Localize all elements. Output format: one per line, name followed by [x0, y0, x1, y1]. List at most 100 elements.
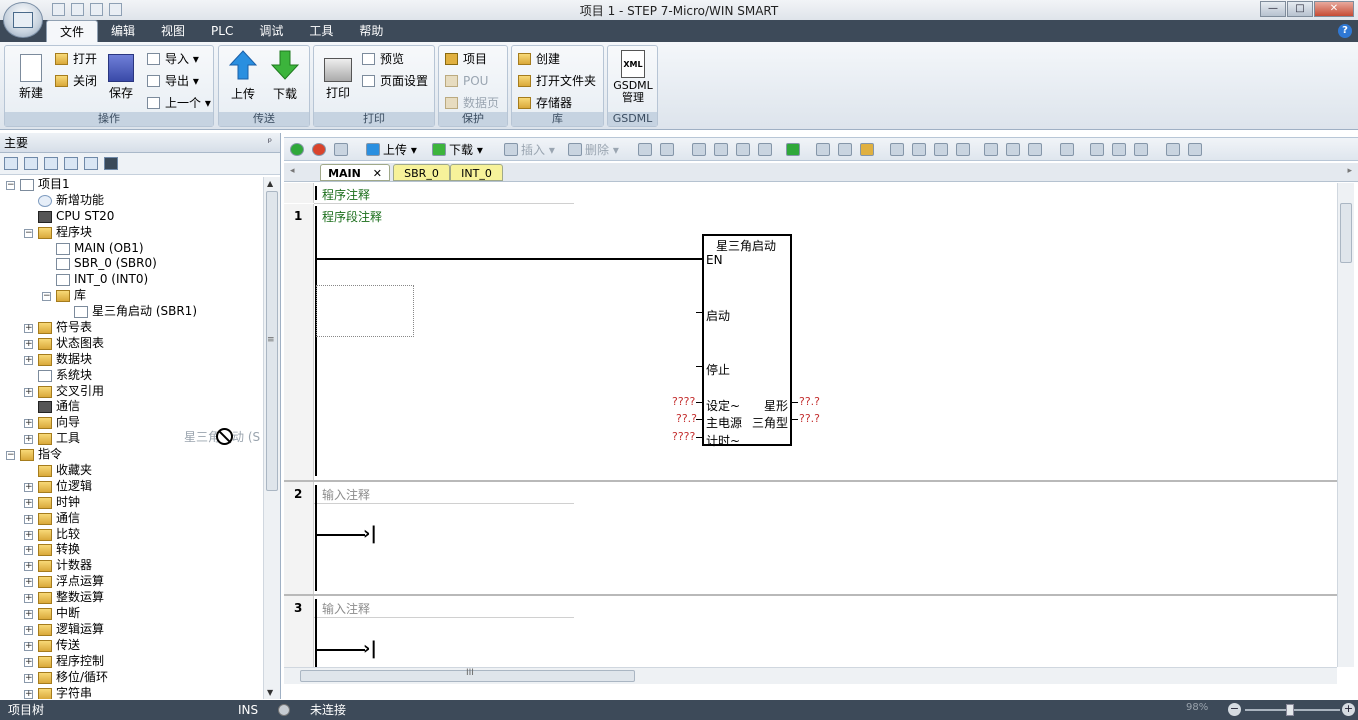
toolbar-tool-icon[interactable] [1188, 143, 1202, 156]
save-button[interactable]: 保存 [105, 50, 137, 101]
tree-item[interactable]: + 通信 [0, 511, 262, 527]
tab-sbr0[interactable]: SBR_0 [393, 164, 450, 181]
tab-int0[interactable]: INT_0 [450, 164, 503, 181]
coil-icon[interactable] [1006, 143, 1020, 156]
toolbar-tool-icon[interactable] [1166, 143, 1180, 156]
toolbar-tool-icon[interactable] [714, 143, 728, 156]
protect-project-button[interactable]: 项目 [445, 50, 487, 68]
toolbar-upload-button[interactable]: 上传 ▾ [383, 142, 417, 158]
program-comment[interactable]: 程序注释 [322, 186, 370, 203]
menu-item-2[interactable]: 视图 [148, 20, 198, 42]
expand-icon[interactable]: + [24, 419, 33, 429]
network-comment[interactable]: 输入注释 [322, 486, 370, 503]
contact-icon[interactable] [956, 143, 970, 156]
view-icon[interactable] [24, 157, 38, 170]
menu-item-6[interactable]: 帮助 [346, 20, 396, 42]
toolbar-tool-icon[interactable] [860, 143, 874, 156]
view-icon[interactable] [84, 157, 98, 170]
toolbar-tool-icon[interactable] [838, 143, 852, 156]
menu-item-5[interactable]: 工具 [296, 20, 346, 42]
expand-icon[interactable]: + [24, 578, 33, 588]
zoom-in-button[interactable]: + [1342, 703, 1355, 716]
toolbar-tool-icon[interactable] [660, 143, 674, 156]
expand-icon[interactable]: + [24, 482, 33, 492]
editor-vertical-scrollbar[interactable] [1337, 183, 1354, 667]
close-project-button[interactable]: 关闭 [55, 72, 97, 90]
scroll-up-icon[interactable]: ▲ [267, 179, 273, 188]
gsdml-manage-button[interactable]: XML GSDML管理 [611, 50, 655, 104]
tab-scroll-right-icon[interactable]: ▸ [1347, 166, 1352, 176]
toolbar-tool-icon[interactable] [638, 143, 652, 156]
expand-icon[interactable]: + [24, 657, 33, 667]
download-button[interactable]: 下载 [267, 50, 303, 102]
stop-icon[interactable] [312, 143, 326, 156]
toolbar-tool-icon[interactable] [1112, 143, 1126, 156]
subroutine-block[interactable]: 星三角启动 EN 启动 停止 设定~ 主电源 计时~ 星形 三角型 [702, 234, 792, 448]
close-button[interactable]: ✕ [1314, 1, 1354, 17]
expand-icon[interactable]: + [24, 673, 33, 683]
minimize-button[interactable]: — [1260, 1, 1286, 17]
expand-icon[interactable]: + [24, 435, 33, 445]
toolbar-tool-icon[interactable] [1060, 143, 1074, 156]
operand-delta[interactable]: ??.? [799, 412, 820, 425]
toolbar-delete-button[interactable]: 删除 ▾ [585, 142, 619, 158]
contact-icon[interactable] [912, 143, 926, 156]
tree-item[interactable]: + 位逻辑 [0, 479, 262, 495]
tree-item[interactable]: + 转换 [0, 542, 262, 558]
print-button[interactable]: 打印 [320, 50, 356, 101]
toolbar-tool-icon[interactable] [692, 143, 706, 156]
tree-item[interactable]: + 数据块 [0, 352, 262, 368]
tree-item[interactable]: CPU ST20 [0, 209, 262, 225]
create-library-button[interactable]: 创建 [518, 50, 560, 68]
monitor-icon[interactable] [104, 157, 118, 170]
tree-item[interactable]: + 时钟 [0, 495, 262, 511]
tree-vertical-scrollbar[interactable]: ▲ ≡ ▼ [263, 177, 280, 699]
tree-item[interactable]: + 中断 [0, 606, 262, 622]
open-library-folder-button[interactable]: 打开文件夹 [518, 72, 596, 90]
tree-item[interactable]: 新增功能 [0, 193, 262, 209]
collapse-icon[interactable]: − [42, 292, 51, 302]
toolbar-insert-button[interactable]: 插入 ▾ [521, 142, 555, 158]
tree-item[interactable]: + 状态图表 [0, 336, 262, 352]
operand-main-power[interactable]: ??.? [676, 412, 697, 425]
view-icon[interactable] [64, 157, 78, 170]
open-button[interactable]: 打开 [55, 50, 97, 68]
library-memory-button[interactable]: 存储器 [518, 94, 572, 112]
expand-icon[interactable]: + [24, 498, 33, 508]
maximize-button[interactable]: □ [1287, 1, 1313, 17]
expand-icon[interactable]: + [24, 562, 33, 572]
protect-data-page-button[interactable]: 数据页 [445, 94, 499, 112]
protect-pou-button[interactable]: POU [445, 72, 488, 90]
tree-item[interactable]: + 交叉引用 [0, 384, 262, 400]
editor-horizontal-scrollbar[interactable]: III [284, 667, 1337, 684]
menu-item-4[interactable]: 调试 [246, 20, 296, 42]
tree-item[interactable]: 收藏夹 [0, 463, 262, 479]
scroll-down-icon[interactable]: ▼ [267, 688, 273, 697]
new-button[interactable]: 新建 [13, 50, 49, 101]
tab-main[interactable]: MAIN ✕ [320, 164, 390, 181]
network-comment[interactable]: 程序段注释 [322, 208, 382, 225]
pin-icon[interactable]: ᵖ [268, 133, 272, 153]
tree-item[interactable]: − 程序块 [0, 225, 262, 241]
view-icon[interactable] [4, 157, 18, 170]
expand-icon[interactable]: + [24, 387, 33, 397]
tree-item[interactable]: MAIN (OB1) [0, 241, 262, 257]
tree-item[interactable]: + 计数器 [0, 558, 262, 574]
operand-star[interactable]: ??.? [799, 395, 820, 408]
page-setup-button[interactable]: 页面设置 [362, 72, 428, 90]
expand-icon[interactable]: + [24, 324, 33, 334]
toolbar-tool-icon[interactable] [1090, 143, 1104, 156]
toolbar-tool-icon[interactable] [736, 143, 750, 156]
operand-timer[interactable]: ???? [672, 430, 695, 443]
tree-item[interactable]: INT_0 (INT0) [0, 272, 262, 288]
zoom-out-button[interactable]: − [1228, 703, 1241, 716]
rung-end-icon[interactable]: ›| [363, 524, 377, 544]
compile-icon[interactable] [334, 143, 348, 156]
expand-icon[interactable]: + [24, 594, 33, 604]
expand-icon[interactable]: + [24, 625, 33, 635]
expand-icon[interactable]: + [24, 641, 33, 651]
contact-icon[interactable] [984, 143, 998, 156]
tab-close-icon[interactable]: ✕ [373, 167, 382, 180]
network-comment[interactable]: 输入注释 [322, 600, 370, 617]
collapse-icon[interactable]: − [24, 228, 33, 238]
